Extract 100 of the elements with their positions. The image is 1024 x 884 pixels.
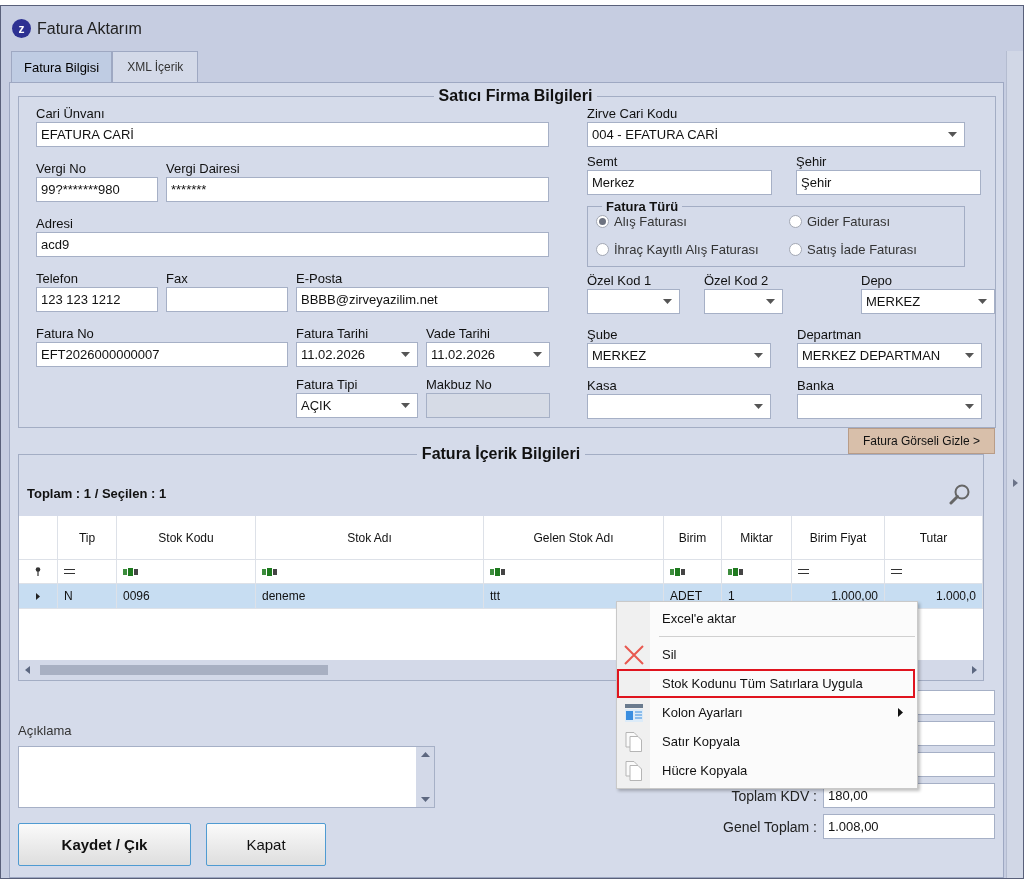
table-cell: ttt [490,589,500,603]
caret-icon [948,132,957,137]
app-logo: z [12,19,31,38]
column-header[interactable]: Tip [58,516,117,560]
dropdown[interactable]: 004 - EFATURA CARİ [587,122,965,147]
close-icon [623,644,644,665]
field-label: Telefon [36,270,79,287]
radio-button[interactable]: Satış İade Faturası [789,240,956,259]
field-label: Fatura No [36,325,95,342]
dropdown[interactable] [704,289,783,314]
column-header[interactable]: Stok Adı [256,516,484,560]
dropdown[interactable] [587,394,771,419]
column-header[interactable]: Gelen Stok Adı [484,516,664,560]
text-field[interactable]: 99?*******980 [36,177,158,202]
field-label: Depo [861,272,894,289]
scroll-right-icon[interactable] [972,666,977,674]
radio-button[interactable]: Alış Faturası [596,212,789,231]
save-button[interactable]: Kaydet / Çık [18,823,191,866]
caret-icon [965,353,974,358]
table-cell: ADET [670,589,702,603]
expand-arrow-icon[interactable] [1012,479,1018,487]
column-header[interactable]: Birim [664,516,722,560]
dropdown[interactable]: 11.02.2026 [426,342,550,367]
scroll-up-icon[interactable] [420,752,430,757]
column-header[interactable]: Miktar [722,516,792,560]
text-filter-icon[interactable] [728,567,743,576]
search-icon[interactable] [949,482,971,505]
total-label: Toplam KDV : [731,787,817,804]
summary-text: Toplam : 1 / Seçilen : 1 [27,486,167,501]
toggle-preview-button[interactable]: Fatura Görseli Gizle > [847,428,995,454]
tab[interactable]: XML İçerik [112,51,199,82]
copy-icon [624,760,643,781]
scroll-down-icon[interactable] [420,797,430,802]
caret-icon [754,353,763,358]
text-field[interactable]: 1.008,00 [823,814,995,839]
caret-icon [754,404,763,409]
field-label: Vergi Dairesi [166,160,241,177]
field-label: Özel Kod 2 [704,272,770,289]
menu-item[interactable]: Kolon Ayarları [617,698,915,727]
text-field[interactable]: BBBB@zirveyazilim.net [296,287,549,312]
close-button[interactable]: Kapat [206,823,326,866]
text-field[interactable]: ******* [166,177,549,202]
text-filter-icon[interactable] [670,567,685,576]
menu-item[interactable]: Satır Kopyala [617,727,915,756]
text-filter-icon[interactable] [490,567,505,576]
field-label: Cari Ünvanı [36,105,106,122]
equals-icon[interactable] [798,569,809,574]
field-label: Adresi [36,215,74,232]
pin-icon [35,567,41,576]
text-filter-icon[interactable] [123,567,138,576]
dropdown[interactable] [797,394,982,419]
text-field[interactable]: acd9 [36,232,549,257]
text-field[interactable]: 123 123 1212 [36,287,158,312]
field-label: Fatura Tipi [296,376,359,393]
equals-icon[interactable] [891,569,902,574]
text-field[interactable]: EFT2026000000007 [36,342,288,367]
text-field[interactable]: Merkez [587,170,772,195]
dropdown[interactable]: MERKEZ DEPARTMAN [797,343,982,368]
dropdown[interactable] [587,289,680,314]
window-title: Fatura Aktarım [37,19,142,38]
group-title: Satıcı Firma Bilgileri [437,87,594,105]
caret-icon [663,299,672,304]
equals-icon[interactable] [64,569,75,574]
radio-button[interactable]: İhraç Kayıtlı Alış Faturası [596,240,789,259]
text-filter-icon[interactable] [262,567,277,576]
menu-item[interactable]: Hücre Kopyala [617,756,915,785]
field-label: Özel Kod 1 [587,272,653,289]
table-cell: N [64,589,73,603]
table-row[interactable]: N 0096 deneme ttt ADET 1 1.000,00 1.000,0 [19,584,983,609]
tab[interactable]: Fatura Bilgisi [11,51,113,82]
caret-icon [978,299,987,304]
field-label: Vergi No [36,160,87,177]
dropdown[interactable]: AÇIK [296,393,418,418]
copy-icon [624,731,643,752]
column-header[interactable]: Stok Kodu [117,516,256,560]
text-field[interactable]: EFATURA CARİ [36,122,549,147]
field-label: Fatura Tarihi [296,325,369,342]
field-label: Şube [587,326,619,343]
dropdown[interactable]: MERKEZ [587,343,771,368]
field-label: E-Posta [296,270,344,287]
menu-item[interactable]: Stok Kodunu Tüm Satırlara Uygula [617,669,915,698]
caret-icon [965,404,974,409]
table-cell: 1.000,0 [935,589,976,603]
caret-icon [766,299,775,304]
text-field[interactable] [166,287,288,312]
field-label: Makbuz No [426,376,493,393]
menu-item[interactable]: Sil [617,640,915,669]
radio-button[interactable]: Gider Faturası [789,212,956,231]
dropdown[interactable]: 11.02.2026 [296,342,418,367]
column-header[interactable]: Birim Fiyat [792,516,885,560]
field-label: Departman [797,326,863,343]
text-field[interactable]: Şehir [796,170,981,195]
field-label: Banka [797,377,835,394]
field-label: Şehir [796,153,828,170]
field-label: Zirve Cari Kodu [587,105,679,122]
column-header[interactable]: Tutar [885,516,983,560]
description-field[interactable] [18,746,435,808]
field-label: Açıklama [18,723,73,740]
scroll-left-icon[interactable] [25,666,30,674]
dropdown[interactable]: MERKEZ [861,289,995,314]
